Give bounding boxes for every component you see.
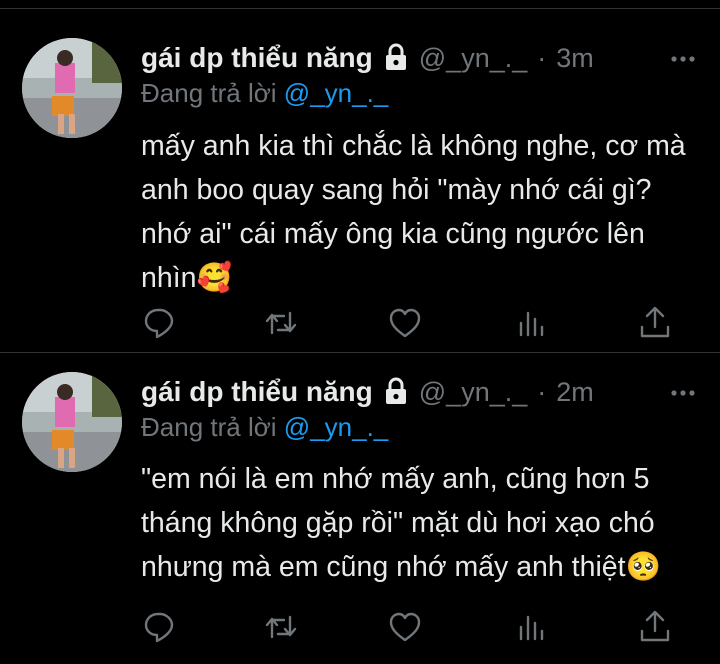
action-bar (141, 305, 681, 341)
views-icon[interactable] (513, 609, 549, 645)
reply-prefix: Đang trả lời (141, 412, 277, 442)
more-icon[interactable] (668, 44, 698, 74)
reply-handle-link[interactable]: @_yn_._ (284, 412, 388, 442)
like-icon[interactable] (387, 305, 423, 341)
separator-dot: · (537, 376, 547, 407)
tweet-text: "em nói là em nhớ mấy anh, cũng hơn 5 th… (141, 463, 662, 583)
reply-icon[interactable] (141, 609, 177, 645)
lock-icon (383, 377, 409, 407)
tweet-text: mấy anh kia thì chắc là không nghe, cơ m… (141, 130, 686, 294)
share-icon[interactable] (637, 609, 673, 645)
timestamp[interactable]: 3m (556, 43, 594, 74)
divider (0, 8, 720, 9)
reply-prefix: Đang trả lời (141, 78, 277, 108)
timestamp[interactable]: 2m (556, 377, 594, 408)
tweet[interactable]: gái dp thiểu năng @_yn_._ · 2m Đang trả … (0, 372, 720, 664)
tweet-header: gái dp thiểu năng @_yn_._ · 2m (141, 372, 698, 412)
timeline: gái dp thiểu năng @_yn_._ · 3m Đang trả … (0, 0, 720, 664)
display-name[interactable]: gái dp thiểu năng (141, 376, 373, 408)
divider (0, 352, 720, 353)
separator-dot: · (537, 42, 547, 73)
user-handle[interactable]: @_yn_._ (419, 377, 527, 408)
display-name[interactable]: gái dp thiểu năng (141, 42, 373, 74)
lock-icon (383, 43, 409, 73)
replying-to: Đang trả lời @_yn_._ (141, 78, 388, 109)
like-icon[interactable] (387, 609, 423, 645)
retweet-icon[interactable] (263, 305, 299, 341)
action-bar (141, 609, 681, 645)
reply-handle-link[interactable]: @_yn_._ (284, 78, 388, 108)
share-icon[interactable] (637, 305, 673, 341)
avatar[interactable] (22, 372, 122, 472)
tweet-header: gái dp thiểu năng @_yn_._ · 3m (141, 38, 698, 78)
more-icon[interactable] (668, 378, 698, 408)
avatar[interactable] (22, 38, 122, 138)
views-icon[interactable] (513, 305, 549, 341)
reply-icon[interactable] (141, 305, 177, 341)
replying-to: Đang trả lời @_yn_._ (141, 412, 388, 443)
retweet-icon[interactable] (263, 609, 299, 645)
user-handle[interactable]: @_yn_._ (419, 43, 527, 74)
tweet[interactable]: gái dp thiểu năng @_yn_._ · 3m Đang trả … (0, 38, 720, 352)
